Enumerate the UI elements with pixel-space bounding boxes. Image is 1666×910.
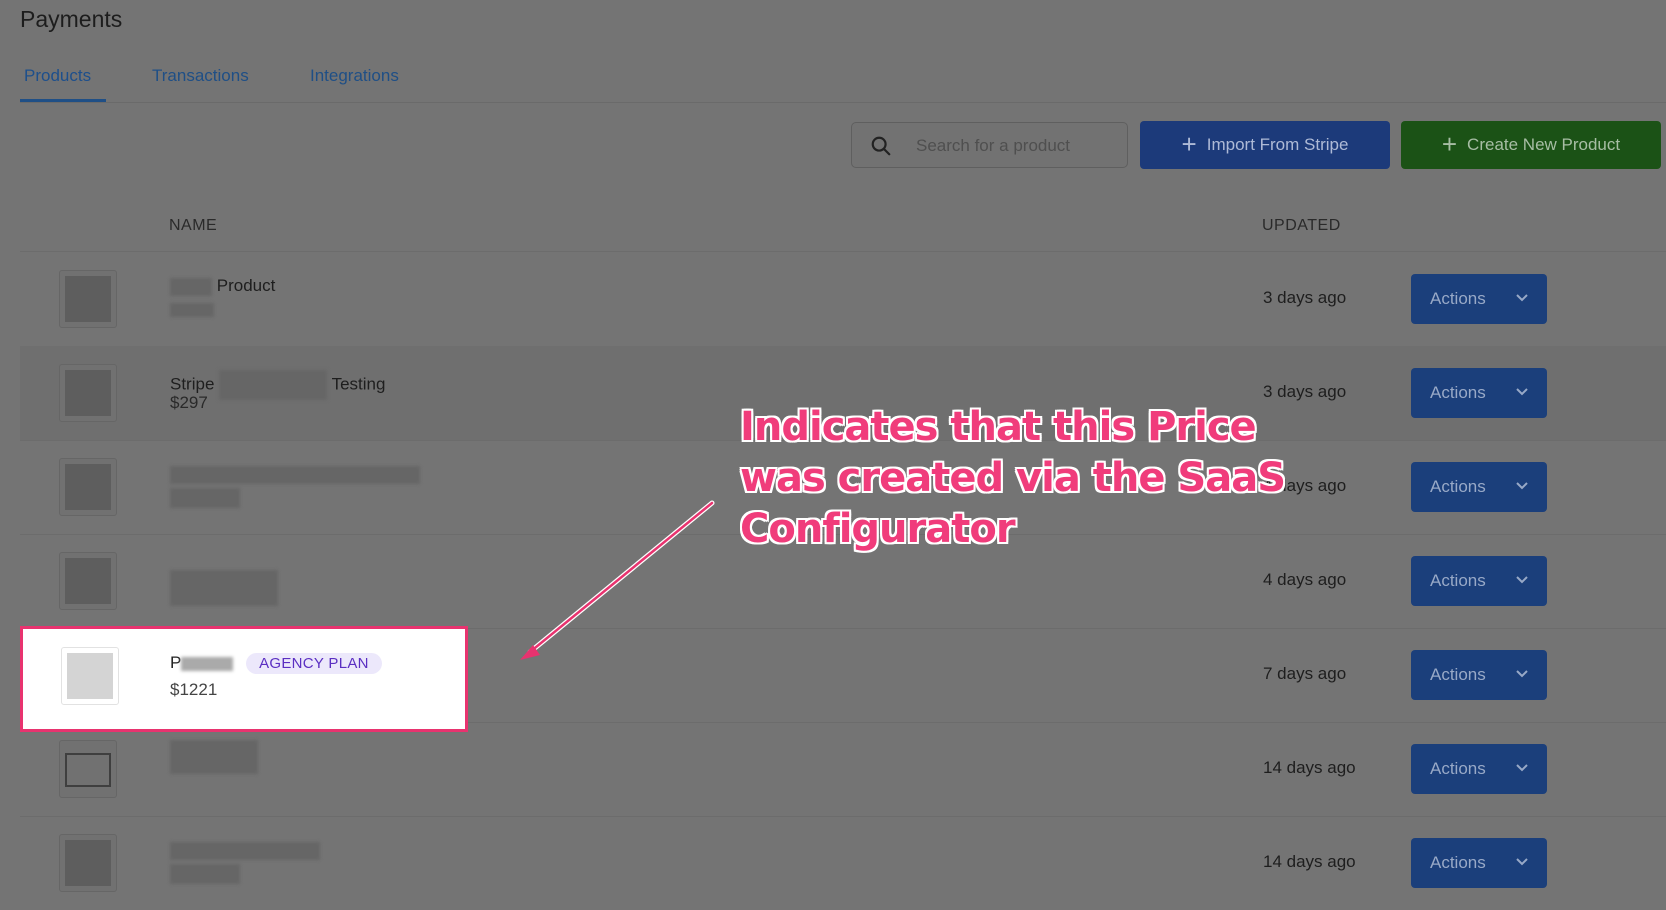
tab-integrations[interactable]: Integrations: [310, 66, 399, 86]
product-name: Product: [170, 276, 275, 296]
redacted-text: [170, 841, 320, 860]
active-tab-indicator: [20, 99, 106, 102]
search-icon: [871, 136, 891, 156]
table-row[interactable]: Product 3 days ago Actions: [20, 252, 1666, 347]
actions-dropdown[interactable]: Actions: [1411, 744, 1547, 794]
search-box[interactable]: [851, 122, 1128, 168]
import-button-label: Import From Stripe: [1206, 135, 1349, 154]
table-row[interactable]: 14 days ago Actions: [20, 816, 1666, 910]
chevron-down-icon: [1516, 294, 1528, 302]
product-thumbnail: [59, 458, 117, 516]
actions-dropdown[interactable]: Actions: [1411, 556, 1547, 606]
tab-products[interactable]: Products: [24, 66, 91, 86]
actions-dropdown[interactable]: Actions: [1411, 462, 1547, 512]
product-name: [170, 740, 258, 774]
updated-time: 7 days ago: [1263, 664, 1347, 683]
actions-dropdown[interactable]: Actions: [1411, 368, 1547, 418]
chevron-down-icon: [1516, 670, 1528, 678]
chevron-down-icon: [1516, 764, 1528, 772]
chevron-down-icon: [1516, 576, 1528, 584]
search-input[interactable]: [914, 131, 1118, 161]
redacted-text: [170, 465, 420, 484]
redacted-text: [170, 302, 214, 317]
actions-dropdown[interactable]: Actions: [1411, 838, 1547, 888]
updated-time: 14 days ago: [1263, 852, 1356, 871]
create-new-product-button[interactable]: + Create New Product: [1401, 121, 1661, 169]
product-thumbnail: [59, 270, 117, 328]
redacted-text: [170, 863, 240, 884]
product-thumbnail: [59, 364, 117, 422]
product-thumbnail: [59, 834, 117, 892]
product-name: [170, 840, 320, 860]
chevron-down-icon: [1516, 858, 1528, 866]
product-price: [170, 863, 240, 884]
product-name: [170, 570, 278, 606]
column-header-name: NAME: [169, 217, 218, 234]
actions-dropdown[interactable]: Actions: [1411, 274, 1547, 324]
updated-time: 3 days ago: [1263, 382, 1347, 401]
tab-transactions[interactable]: Transactions: [152, 66, 249, 86]
updated-time: 4 days ago: [1263, 570, 1347, 589]
table-row[interactable]: 14 days ago Actions: [20, 722, 1666, 817]
redacted-text: [170, 570, 278, 606]
import-from-stripe-button[interactable]: + Import From Stripe: [1140, 121, 1390, 169]
product-name: P AGENCY PLAN: [170, 653, 382, 675]
highlight-box: P AGENCY PLAN $1221: [20, 626, 468, 732]
product-price: [170, 487, 240, 508]
product-thumbnail: [59, 740, 117, 798]
updated-time: 14 days ago: [1263, 758, 1356, 777]
actions-dropdown[interactable]: Actions: [1411, 650, 1547, 700]
product-name: [170, 464, 420, 484]
product-thumbnail: [61, 647, 119, 705]
annotation-text: Indicates that this Price was created vi…: [740, 404, 1286, 552]
redacted-text: [170, 487, 240, 508]
redacted-text: [170, 740, 258, 774]
chevron-down-icon: [1516, 482, 1528, 490]
column-header-updated: UPDATED: [1262, 217, 1341, 234]
tab-bar: Products Transactions Integrations: [20, 62, 1666, 103]
redacted-text: [181, 656, 234, 671]
redacted-text: [219, 370, 328, 400]
agency-plan-badge: AGENCY PLAN: [246, 653, 382, 675]
plus-icon: +: [1181, 129, 1197, 159]
product-price: $297: [170, 393, 208, 412]
product-price: $1221: [170, 680, 218, 699]
product-thumbnail: [59, 552, 117, 610]
updated-time: 3 days ago: [1263, 288, 1347, 307]
redacted-text: [170, 277, 212, 296]
create-button-label: Create New Product: [1467, 135, 1621, 154]
product-price: [170, 299, 214, 319]
page-title: Payments: [20, 6, 123, 32]
chevron-down-icon: [1516, 388, 1528, 396]
plus-icon: +: [1441, 129, 1458, 159]
